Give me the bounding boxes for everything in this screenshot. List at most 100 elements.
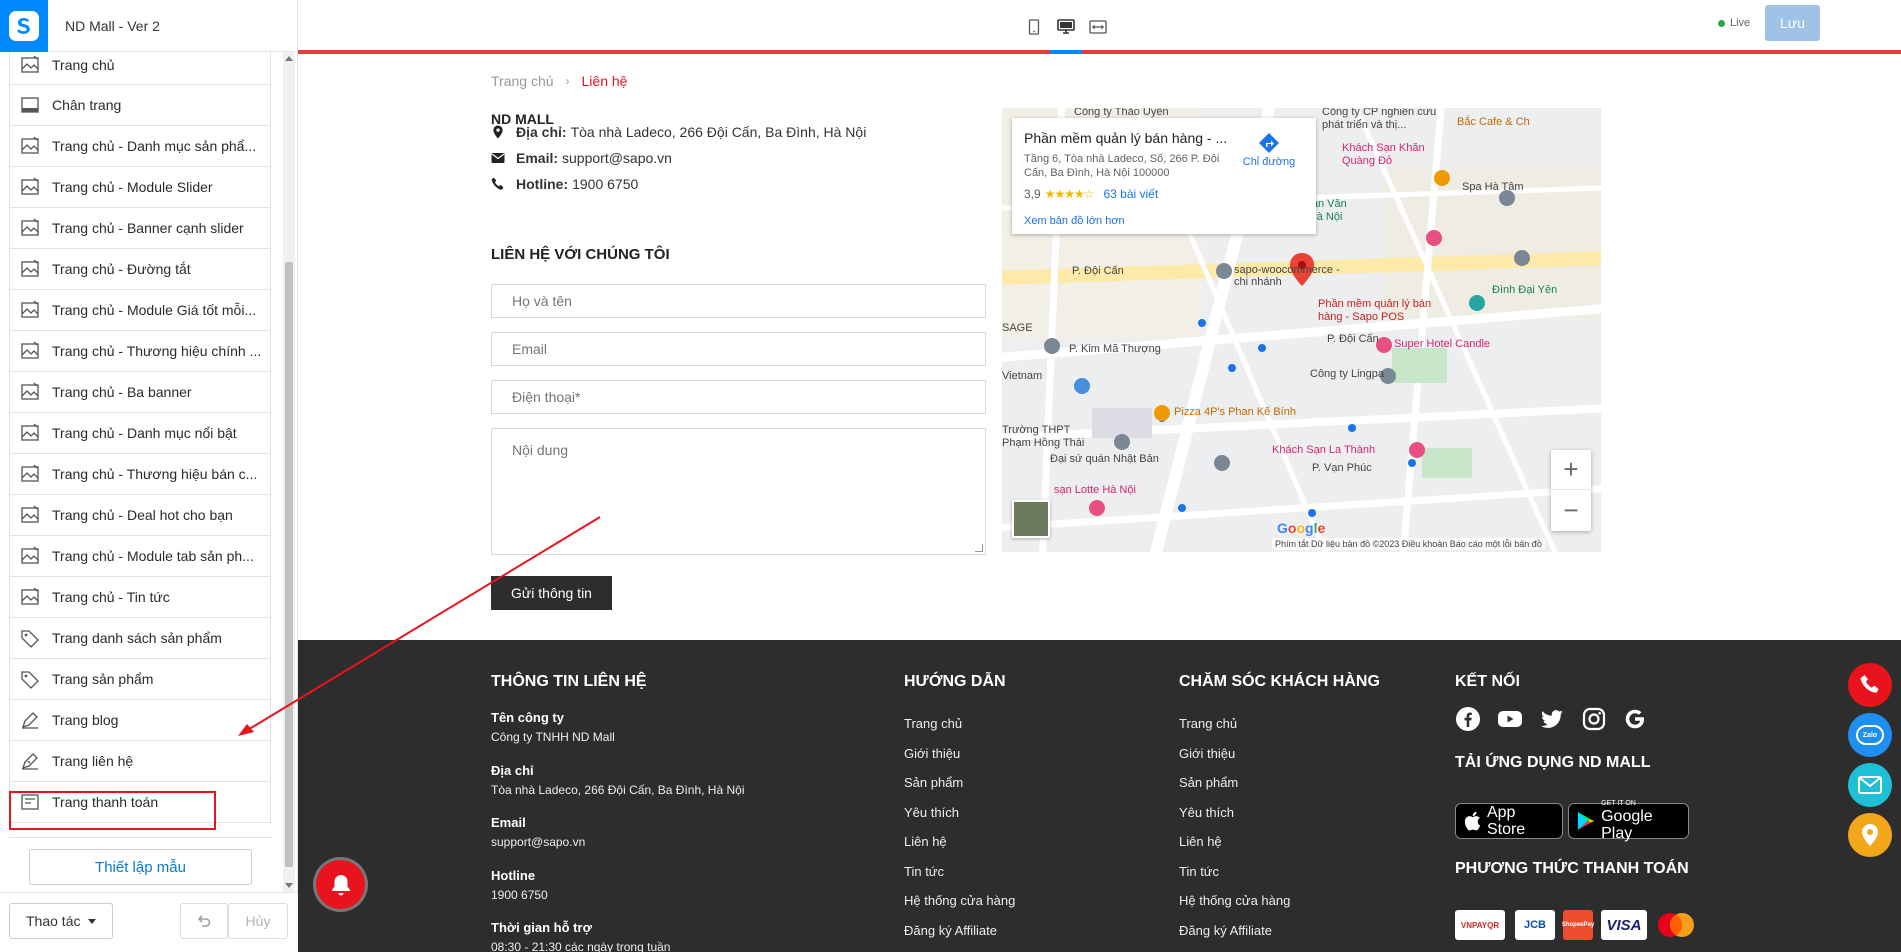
facebook-icon[interactable]: [1455, 706, 1481, 732]
place-address: Tầng 6, Tòa nhà Ladeco, Số, 266 P. Đội C…: [1024, 153, 1220, 179]
sidebar-item[interactable]: Trang sản phẩm: [9, 659, 271, 700]
sidebar-item[interactable]: Trang chủ - Module tab sản ph...: [9, 536, 271, 577]
reviews-link[interactable]: 63 bài viết: [1103, 187, 1158, 201]
status-text: Live: [1730, 17, 1751, 29]
place-title[interactable]: Phần mềm quản lý bán hàng - ...: [1024, 130, 1227, 146]
footer-link[interactable]: Hệ thống cửa hàng: [1179, 893, 1290, 908]
twitter-icon[interactable]: [1539, 706, 1565, 732]
desktop-view-button[interactable]: [1050, 10, 1082, 54]
notification-bell-button[interactable]: [316, 860, 365, 909]
site-footer: THÔNG TIN LIÊN HỆ Tên công ty Công ty TN…: [298, 640, 1901, 952]
footer-link[interactable]: Sản phẩm: [904, 775, 963, 790]
zoom-in-button[interactable]: +: [1551, 450, 1591, 490]
actions-dropdown-button[interactable]: Thao tác: [9, 903, 113, 939]
youtube-icon[interactable]: [1497, 706, 1523, 732]
template-icon: [20, 341, 40, 361]
location-button[interactable]: [1848, 813, 1892, 857]
app-store-badge[interactable]: App Store: [1455, 803, 1563, 839]
footer-link[interactable]: Trang chủ: [904, 716, 962, 731]
zoom-out-button[interactable]: −: [1551, 490, 1591, 530]
footer-link[interactable]: Tin tức: [904, 864, 944, 879]
footer-link[interactable]: Yêu thích: [904, 805, 959, 820]
company-label: Tên công ty: [491, 710, 564, 725]
sidebar-item[interactable]: Trang chủ: [9, 52, 271, 85]
message-textarea[interactable]: Nội dung: [491, 428, 986, 555]
name-field[interactable]: Họ và tên: [491, 284, 986, 318]
map-label: Vietnam: [1002, 370, 1043, 382]
footer-link[interactable]: Giới thiệu: [1179, 746, 1235, 761]
mail-button[interactable]: [1848, 763, 1892, 807]
zoom-control: + −: [1551, 450, 1591, 531]
scrollbar[interactable]: [283, 52, 295, 892]
live-status: Live: [1718, 17, 1750, 29]
sidebar-item[interactable]: Trang chủ - Danh mục nổi bật: [9, 413, 271, 454]
sidebar-item-label: Chân trang: [52, 97, 122, 113]
sidebar-item[interactable]: Trang liên hệ: [9, 741, 271, 782]
sidebar-item[interactable]: Trang chủ - Danh mục sản phẩ...: [9, 126, 271, 167]
scroll-thumb[interactable]: [285, 262, 293, 867]
sidebar-item[interactable]: Trang chủ - Tin tức: [9, 577, 271, 618]
footer-link[interactable]: Liên hệ: [1179, 834, 1222, 849]
save-button[interactable]: Lưu: [1765, 5, 1820, 41]
sapo-logo-icon[interactable]: [0, 0, 48, 52]
google-map[interactable]: Công ty Thảo Uyên Công ty CP nghiên cứu …: [1002, 108, 1601, 552]
scroll-up-arrow-icon[interactable]: [285, 56, 293, 61]
footer-link[interactable]: Trang chủ: [1179, 716, 1237, 731]
address-value: Tòa nhà Ladeco, 266 Đội Cấn, Ba Đình, Hà…: [570, 124, 867, 140]
map-attribution[interactable]: Phím tắt Dữ liệu bản đồ ©2023 Điều khoản…: [1272, 538, 1545, 550]
sidebar-item[interactable]: Trang chủ - Banner cạnh slider: [9, 208, 271, 249]
sidebar-item[interactable]: Trang blog: [9, 700, 271, 741]
redo-button[interactable]: Hủy: [228, 903, 288, 939]
satellite-toggle[interactable]: [1012, 500, 1050, 538]
larger-map-link[interactable]: Xem bản đồ lớn hơn: [1024, 215, 1125, 227]
footer-link[interactable]: Tin tức: [1179, 864, 1219, 879]
footer-link[interactable]: Hệ thống cửa hàng: [904, 893, 1015, 908]
template-icon: [20, 505, 40, 525]
map-label: Công ty Thảo Uyên: [1074, 108, 1169, 118]
template-icon: [20, 587, 40, 607]
directions-button[interactable]: Chỉ đường: [1234, 132, 1304, 168]
undo-button[interactable]: [180, 903, 228, 939]
mastercard-logo: [1658, 913, 1694, 937]
google-play-label: Google Play: [1601, 808, 1653, 842]
blog-icon: [20, 710, 40, 730]
google-play-badge[interactable]: GET IT ON Google Play: [1568, 800, 1689, 842]
resize-handle-icon[interactable]: [975, 544, 983, 552]
footer-link[interactable]: Yêu thích: [1179, 805, 1234, 820]
sidebar-item[interactable]: Chân trang: [9, 85, 271, 126]
footer-address-label: Địa chỉ: [491, 763, 534, 778]
sidebar-item[interactable]: Trang chủ - Ba banner: [9, 372, 271, 413]
instagram-icon[interactable]: [1581, 706, 1607, 732]
footer-email-label: Email: [491, 815, 526, 830]
sidebar-item[interactable]: Trang chủ - Đường tắt: [9, 249, 271, 290]
setup-template-button[interactable]: Thiết lập mẫu: [29, 849, 252, 885]
footer-link[interactable]: Đăng ký Affiliate: [904, 923, 997, 938]
footer-link[interactable]: Liên hệ: [904, 834, 947, 849]
hotline-label: Hotline:: [516, 176, 569, 192]
zalo-button[interactable]: Zalo: [1848, 713, 1892, 757]
mobile-view-button[interactable]: [1018, 10, 1050, 44]
sidebar-item[interactable]: Trang chủ - Module Giá tốt mỗi...: [9, 290, 271, 331]
sidebar-item[interactable]: Trang danh sách sản phẩm: [9, 618, 271, 659]
call-button[interactable]: [1848, 663, 1892, 707]
phone-field[interactable]: Điện thoại*: [491, 380, 986, 414]
contact-email: Email: support@sapo.vn: [491, 150, 672, 166]
scroll-down-arrow-icon[interactable]: [285, 883, 293, 888]
contact-address: Địa chỉ: Tòa nhà Ladeco, 266 Đội Cấn, Ba…: [491, 124, 866, 140]
footer-link[interactable]: Sản phẩm: [1179, 775, 1238, 790]
map-label: SAGE: [1002, 322, 1033, 334]
email-field[interactable]: Email: [491, 332, 986, 366]
sidebar-item[interactable]: Trang thanh toán: [9, 782, 271, 823]
sidebar-item[interactable]: Trang chủ - Module Slider: [9, 167, 271, 208]
sidebar-item[interactable]: Trang chủ - Thương hiệu chính ...: [9, 331, 271, 372]
breadcrumb-home[interactable]: Trang chủ: [491, 73, 554, 89]
sidebar-item[interactable]: Trang chủ - Thương hiệu bán c...: [9, 454, 271, 495]
map-label: Công ty Lingpa: [1310, 368, 1384, 380]
fullwidth-view-button[interactable]: [1082, 10, 1114, 44]
submit-button[interactable]: Gửi thông tin: [491, 576, 612, 610]
google-icon[interactable]: [1622, 706, 1648, 732]
sidebar-item[interactable]: Trang chủ - Deal hot cho bạn: [9, 495, 271, 536]
footer-link[interactable]: Đăng ký Affiliate: [1179, 923, 1272, 938]
zalo-icon: Zalo: [1856, 725, 1884, 745]
footer-link[interactable]: Giới thiệu: [904, 746, 960, 761]
